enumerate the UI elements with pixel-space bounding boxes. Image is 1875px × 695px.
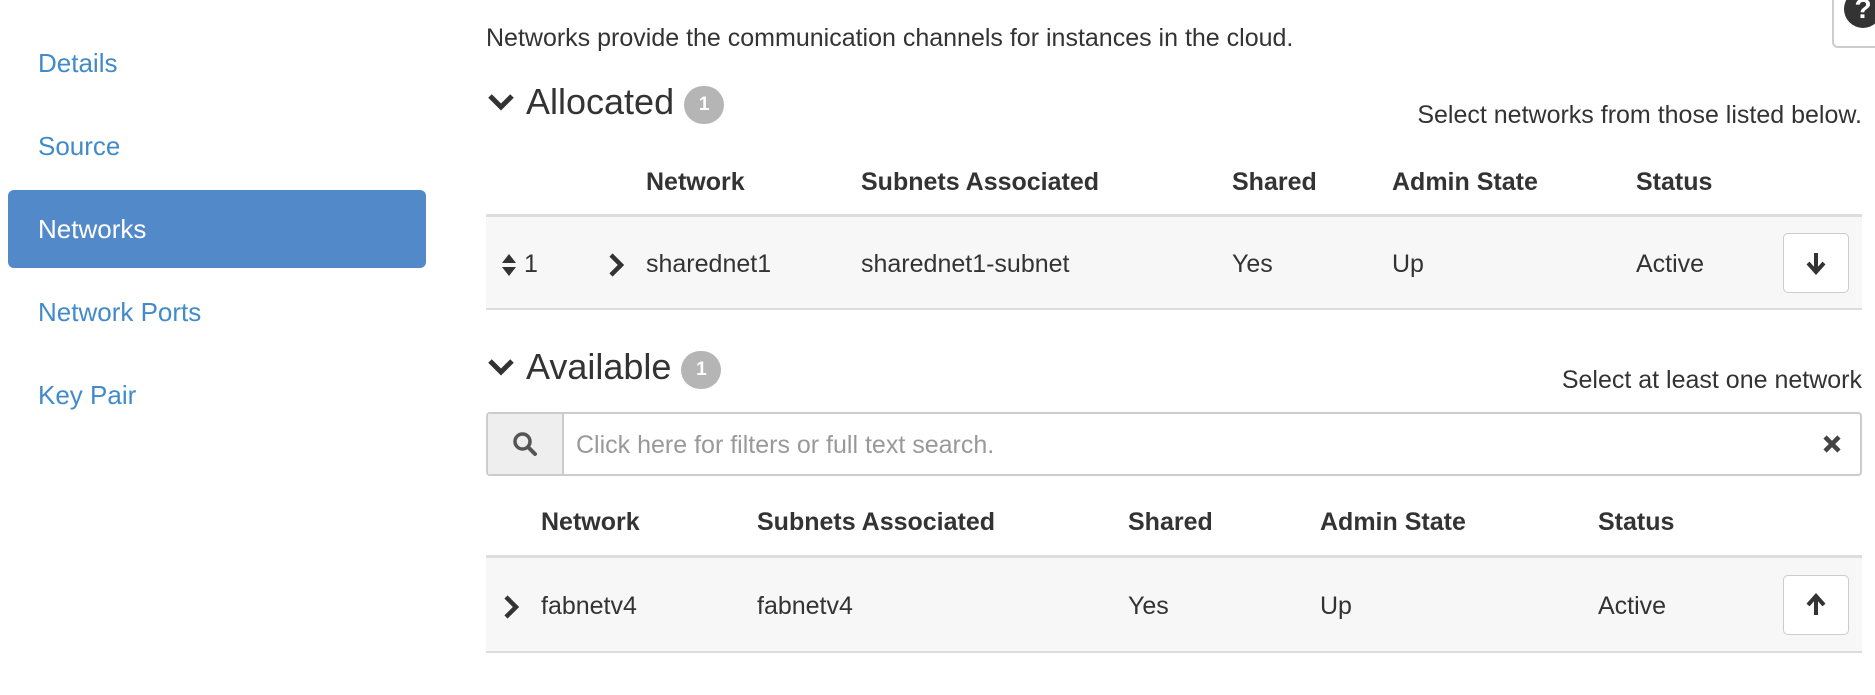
available-col-admin-state[interactable]: Admin State bbox=[1320, 508, 1466, 537]
network-name: sharednet1 bbox=[646, 250, 772, 278]
available-count-badge: 1 bbox=[681, 351, 722, 389]
available-hint: Select at least one network bbox=[1561, 366, 1862, 394]
allocated-section-toggle[interactable]: Allocated 1 bbox=[486, 80, 725, 124]
arrow-up-icon bbox=[1806, 593, 1826, 615]
help-icon: ? bbox=[1844, 0, 1875, 28]
status-value: Active bbox=[1636, 250, 1705, 278]
available-col-status[interactable]: Status bbox=[1598, 508, 1674, 537]
help-button[interactable]: ? bbox=[1832, 0, 1875, 48]
chevron-down-icon bbox=[488, 359, 514, 376]
panel-description: Networks provide the communication chann… bbox=[486, 24, 1294, 52]
available-title: Available bbox=[526, 346, 672, 387]
search-bar bbox=[486, 412, 1862, 476]
table-row: fabnetv4 fabnetv4 Yes Up Active bbox=[486, 555, 1862, 653]
sidebar-item-networks[interactable]: Networks bbox=[8, 190, 426, 268]
search-input[interactable] bbox=[574, 424, 1798, 466]
sidebar-item-label: Key Pair bbox=[38, 379, 137, 410]
allocated-col-subnets[interactable]: Subnets Associated bbox=[861, 168, 1099, 197]
sidebar-item-network-ports[interactable]: Network Ports bbox=[8, 273, 426, 351]
chevron-right-icon[interactable] bbox=[605, 252, 627, 278]
arrow-down-icon bbox=[1806, 253, 1826, 275]
sidebar-item-key-pair[interactable]: Key Pair bbox=[8, 356, 426, 434]
sort-arrows-icon[interactable] bbox=[501, 253, 517, 277]
available-col-network[interactable]: Network bbox=[541, 508, 640, 537]
available-col-shared[interactable]: Shared bbox=[1128, 508, 1213, 537]
allocate-button[interactable] bbox=[1783, 575, 1849, 635]
sidebar-item-label: Network Ports bbox=[38, 296, 202, 327]
sidebar-item-label: Networks bbox=[38, 213, 147, 244]
admin-state-value: Up bbox=[1320, 592, 1352, 620]
row-order: 1 bbox=[524, 250, 538, 278]
sidebar-item-label: Details bbox=[38, 47, 118, 78]
search-icon bbox=[513, 432, 537, 456]
sidebar-item-source[interactable]: Source bbox=[8, 107, 426, 185]
close-icon bbox=[1823, 435, 1841, 453]
chevron-down-icon bbox=[488, 94, 514, 111]
available-col-subnets[interactable]: Subnets Associated bbox=[757, 508, 995, 537]
allocated-col-shared[interactable]: Shared bbox=[1232, 168, 1317, 197]
status-value: Active bbox=[1598, 592, 1667, 620]
chevron-right-icon[interactable] bbox=[500, 594, 522, 620]
subnets-associated: fabnetv4 bbox=[757, 592, 853, 620]
allocated-col-status[interactable]: Status bbox=[1636, 168, 1712, 197]
sidebar-item-details[interactable]: Details bbox=[8, 24, 426, 102]
network-name: fabnetv4 bbox=[541, 592, 637, 620]
allocated-title: Allocated bbox=[526, 81, 675, 122]
sidebar-item-label: Source bbox=[38, 130, 121, 161]
clear-search-button[interactable] bbox=[1818, 430, 1846, 458]
allocated-count-badge: 1 bbox=[684, 86, 725, 124]
allocated-hint: Select networks from those listed below. bbox=[1417, 101, 1862, 129]
shared-value: Yes bbox=[1128, 592, 1169, 620]
shared-value: Yes bbox=[1232, 250, 1273, 278]
allocated-col-network[interactable]: Network bbox=[646, 168, 745, 197]
deallocate-button[interactable] bbox=[1783, 233, 1849, 293]
allocated-col-admin-state[interactable]: Admin State bbox=[1392, 168, 1538, 197]
search-addon bbox=[488, 414, 564, 474]
available-section-toggle[interactable]: Available 1 bbox=[486, 345, 722, 389]
table-row: 1 sharednet1 sharednet1-subnet Yes Up Ac… bbox=[486, 214, 1862, 310]
subnets-associated: sharednet1-subnet bbox=[861, 250, 1070, 278]
admin-state-value: Up bbox=[1392, 250, 1424, 278]
